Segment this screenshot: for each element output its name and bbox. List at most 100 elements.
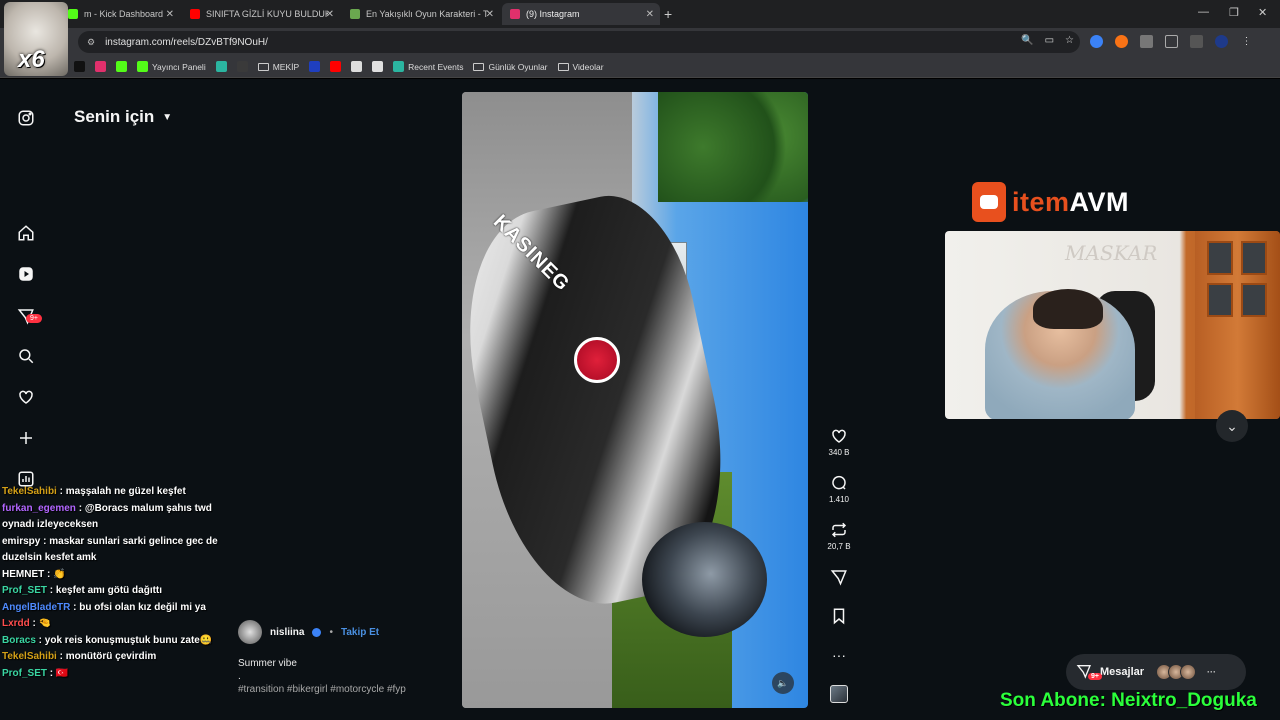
home-icon[interactable]	[17, 224, 35, 242]
repost-button[interactable]: 20,7 B	[822, 521, 856, 551]
url-text[interactable]: instagram.com/reels/DZvBTf9NOuH/	[105, 37, 268, 48]
bookmark-item[interactable]	[330, 61, 342, 72]
comment-count: 1.410	[828, 495, 850, 504]
bookmark-favicon-icon	[116, 61, 127, 72]
bookmark-item[interactable]: Recent Events	[393, 61, 463, 72]
tab-close-icon[interactable]: ✕	[486, 9, 494, 20]
bookmark-item[interactable]	[372, 61, 384, 72]
chat-username[interactable]: HEMNET	[2, 569, 44, 580]
stream-chat: TekelSahibi : maşşalah ne güzel keşfet fu…	[2, 484, 222, 682]
caption-hashtags[interactable]: #transition #bikergirl #motorcycle #fyp	[238, 683, 406, 696]
chat-message: furkan_egemen : @Boracs malum şahıs twd …	[2, 501, 222, 534]
side-panel-icon[interactable]	[1165, 35, 1178, 48]
browser-tab[interactable]: (9) Instagram ✕	[502, 3, 660, 25]
close-window-button[interactable]: ✕	[1258, 6, 1267, 19]
follow-button[interactable]: Takip Et	[341, 627, 379, 638]
heart-icon	[832, 429, 846, 443]
search-icon[interactable]	[17, 347, 35, 365]
sponsor-name-part2: AVM	[1069, 186, 1130, 217]
chat-username[interactable]: emirspy	[2, 536, 40, 547]
bookmark-label: MEKİP	[272, 61, 300, 72]
chat-message: TekelSahibi : monütörü çevirdim	[2, 649, 222, 666]
omnibox[interactable]: ⚙ instagram.com/reels/DZvBTf9NOuH/ 🔍 ▭ ☆	[78, 31, 1080, 53]
bookmark-item[interactable]	[236, 61, 248, 72]
comment-icon	[832, 475, 846, 490]
bookmark-favicon-icon	[309, 61, 321, 72]
chat-username[interactable]: Lxrdd	[2, 618, 30, 629]
reels-icon[interactable]	[17, 265, 35, 283]
chat-message: Prof_SET : keşfet amı götü dağıttı	[2, 583, 222, 600]
bookmark-item[interactable]: Videolar	[557, 62, 604, 72]
bookmark-item[interactable]	[74, 61, 85, 72]
chat-username[interactable]: TekelSahibi	[2, 486, 57, 497]
bookmark-item[interactable]	[215, 61, 227, 72]
extension-icon[interactable]	[1115, 35, 1128, 48]
browser-menu-icon[interactable]: ⋮	[1240, 35, 1253, 48]
more-dots-icon: ···	[1207, 667, 1217, 677]
bookmark-favicon-icon	[74, 61, 85, 72]
feed-selector[interactable]: Senin için ▼	[74, 107, 172, 127]
create-plus-icon[interactable]	[17, 429, 35, 447]
browser-tab[interactable]: SINIFTA GİZLİ KUYU BULDUK! 🤑✕	[182, 3, 340, 25]
caption-text: Summer vibe	[238, 658, 297, 669]
bookmark-icon	[833, 608, 845, 625]
bookmark-item[interactable]	[351, 61, 363, 72]
chat-username[interactable]: furkan_egemen	[2, 503, 76, 514]
browser-tab[interactable]: m - Kick Dashboard ✕	[60, 3, 180, 25]
reel-author: nisliina • Takip Et	[238, 620, 379, 644]
extensions-area: ⋮	[1090, 35, 1253, 48]
tab-close-icon[interactable]: ✕	[166, 9, 174, 20]
chat-username[interactable]: Prof_SET	[2, 668, 47, 679]
comment-button[interactable]: 1.410	[822, 474, 856, 504]
bookmark-star-icon[interactable]: ☆	[1065, 35, 1074, 46]
browser-tab[interactable]: En Yakışıklı Oyun Karakteri - Tie ✕	[342, 3, 500, 25]
tab-title: m - Kick Dashboard	[84, 9, 164, 19]
bookmark-item[interactable]: MEKİP	[257, 61, 300, 72]
more-options-button[interactable]: ···	[822, 647, 856, 665]
chat-message: TekelSahibi : maşşalah ne güzel keşfet	[2, 484, 222, 501]
bookmark-item[interactable]	[309, 61, 321, 72]
tab-close-icon[interactable]: ✕	[646, 9, 654, 20]
chat-username[interactable]: Prof_SET	[2, 585, 47, 596]
tab-title: (9) Instagram	[526, 9, 580, 19]
audio-thumbnail[interactable]	[822, 685, 856, 703]
scroll-down-button[interactable]: ⌄	[1216, 410, 1248, 442]
chat-username[interactable]: Boracs	[2, 635, 36, 646]
bookmark-item[interactable]: Günlük Oyunlar	[473, 62, 548, 72]
new-tab-button[interactable]: +	[664, 6, 672, 22]
bookmark-item[interactable]: Yayıncı Paneli	[137, 61, 206, 72]
webcam-feed: MASKAR	[945, 231, 1280, 419]
chat-username[interactable]: TekelSahibi	[2, 651, 57, 662]
mute-toggle-icon[interactable]: 🔈	[772, 672, 794, 694]
save-button[interactable]	[822, 607, 856, 625]
instagram-logo-icon[interactable]	[17, 109, 35, 127]
share-button[interactable]	[822, 568, 856, 586]
restore-button[interactable]: ❐	[1229, 6, 1239, 19]
chat-separator: :	[29, 618, 39, 629]
messages-pill[interactable]: 9+ Mesajlar ···	[1066, 654, 1246, 690]
notifications-heart-icon[interactable]	[17, 388, 35, 406]
reel-caption: Summer vibe . #transition #bikergirl #mo…	[238, 657, 406, 696]
feed-title: Senin için	[74, 107, 155, 126]
caption-dot: .	[238, 671, 241, 682]
chat-message: Prof_SET : 🇹🇷	[2, 666, 222, 683]
like-button[interactable]: 340 B	[822, 427, 856, 457]
minimize-button[interactable]: —	[1198, 6, 1209, 18]
media-control-icon[interactable]	[1190, 35, 1203, 48]
chat-username[interactable]: AngelBladeTR	[2, 602, 70, 613]
author-username[interactable]: nisliina	[270, 627, 304, 638]
bookmark-item[interactable]	[95, 61, 106, 72]
author-avatar[interactable]	[238, 620, 262, 644]
tab-title: En Yakışıklı Oyun Karakteri - Tie	[366, 9, 488, 19]
reel-video[interactable]: KASINEG 🔈	[462, 92, 808, 708]
cast-icon[interactable]: ▭	[1045, 35, 1054, 46]
bookmark-item[interactable]	[116, 61, 127, 72]
zoom-icon[interactable]: 🔍	[1021, 35, 1033, 46]
bookmark-label: Yayıncı Paneli	[152, 61, 206, 72]
extensions-puzzle-icon[interactable]	[1140, 35, 1153, 48]
profile-avatar-icon[interactable]	[1215, 35, 1228, 48]
chat-text: maşşalah ne güzel keşfet	[65, 486, 186, 497]
tab-close-icon[interactable]: ✕	[326, 9, 334, 20]
extension-icon[interactable]	[1090, 35, 1103, 48]
site-info-icon[interactable]: ⚙	[87, 37, 95, 48]
